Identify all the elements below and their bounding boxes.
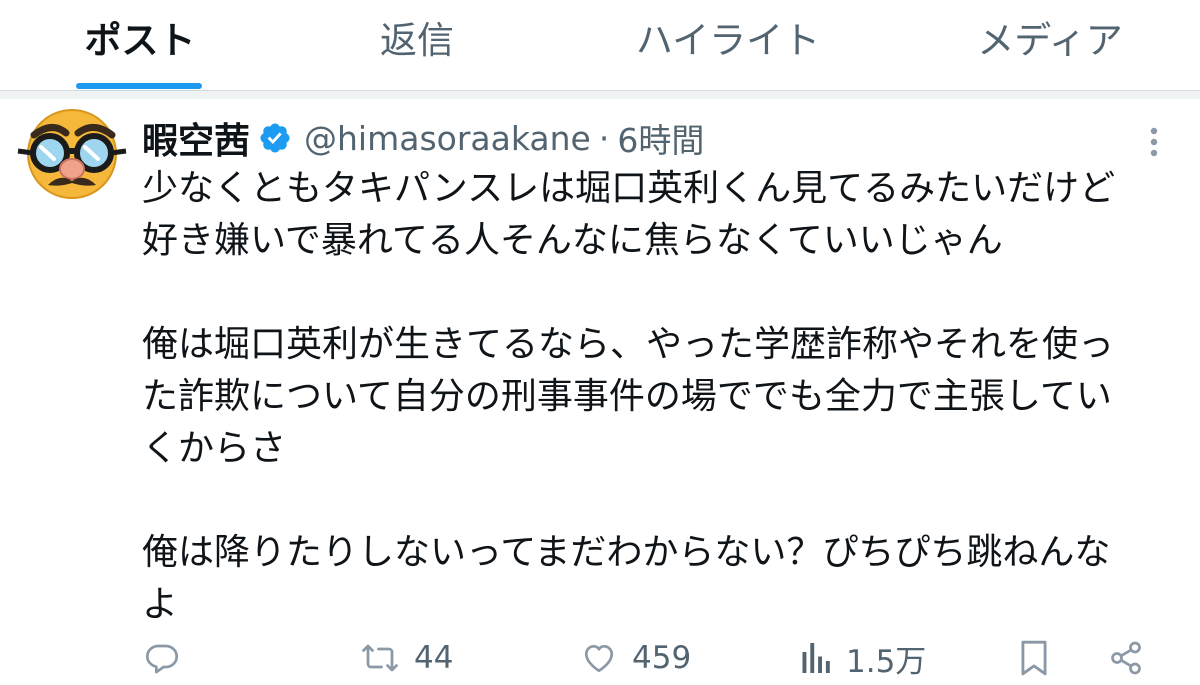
author-handle[interactable]: @himasoraakane [304, 119, 591, 158]
views-count: 1.5万 [846, 643, 927, 680]
repost-button[interactable]: 44 [360, 636, 453, 680]
post-text: 少なくともタキパンスレは堀口英利くん見てるみたいだけど 好き嫌いで暴れてる人そん… [142, 168, 1116, 625]
profile-tabs: ポスト 返信 ハイライト メディア [0, 0, 1200, 91]
verified-badge-icon [260, 123, 290, 153]
avatar[interactable] [14, 107, 130, 201]
author-name[interactable]: 暇空茜 [142, 112, 250, 164]
reply-button[interactable] [144, 636, 180, 680]
share-button[interactable] [1108, 636, 1144, 680]
post-action-bar: 44 459 1.5万 [0, 628, 1200, 685]
tab-media[interactable]: メディア [945, 0, 1155, 90]
like-count: 459 [632, 640, 692, 676]
views-button[interactable]: 1.5万 [800, 636, 926, 680]
repost-icon [362, 644, 398, 672]
analytics-icon [802, 643, 830, 673]
post-timestamp[interactable]: 6時間 [617, 114, 704, 162]
header-separator: · [598, 118, 610, 158]
active-tab-indicator [76, 83, 202, 89]
like-button[interactable]: 459 [580, 636, 691, 680]
disguise-glasses-face-emoji-icon [17, 109, 127, 199]
heart-icon [584, 644, 614, 673]
repost-count: 44 [414, 640, 454, 676]
share-icon [1111, 641, 1141, 675]
post-header: 暇空茜 @himasoraakane · 6時間 [142, 113, 704, 163]
bookmark-icon [1021, 640, 1047, 676]
more-options-icon[interactable] [1140, 124, 1168, 160]
bookmark-button[interactable] [1018, 636, 1050, 680]
section-divider [0, 91, 1200, 99]
tab-posts[interactable]: ポスト [40, 0, 240, 90]
reply-icon [145, 644, 179, 674]
tab-replies[interactable]: 返信 [317, 0, 517, 90]
tab-highlights[interactable]: ハイライト [603, 0, 853, 90]
